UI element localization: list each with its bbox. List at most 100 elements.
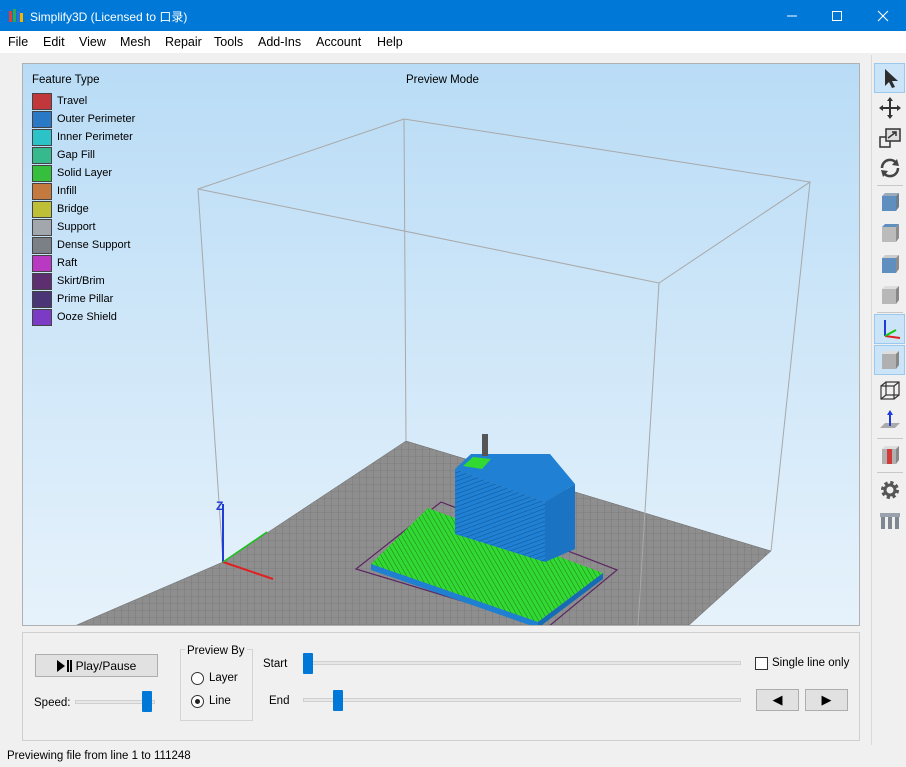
legend-swatch	[32, 272, 52, 290]
legend-swatch	[32, 236, 52, 254]
legend-label: Support	[57, 221, 96, 233]
move-tool-icon	[878, 97, 901, 119]
view-front-icon	[881, 193, 899, 211]
menu-edit[interactable]: Edit	[43, 35, 65, 49]
play-pause-icon	[56, 659, 72, 672]
view-right-icon	[881, 286, 899, 304]
axes-toggle-icon	[883, 320, 900, 339]
layer-radio[interactable]	[191, 672, 204, 685]
menu-repair[interactable]: Repair	[165, 35, 202, 49]
select-tool-button[interactable]	[874, 63, 905, 93]
menu-account[interactable]: Account	[316, 35, 361, 49]
start-label: Start	[263, 658, 288, 670]
menu-view[interactable]: View	[79, 35, 106, 49]
menu-bar: File Edit View Mesh Repair Tools Add-Ins…	[0, 31, 906, 53]
legend-swatch	[32, 164, 52, 182]
legend-label: Infill	[57, 185, 77, 197]
legend-item: Support	[32, 218, 135, 236]
menu-file[interactable]: File	[8, 35, 28, 49]
view-right-button[interactable]	[874, 280, 905, 310]
scale-tool-button[interactable]	[874, 123, 905, 153]
legend-item: Travel	[32, 92, 135, 110]
play-pause-button[interactable]: Play/Pause	[35, 654, 158, 677]
status-bar: Previewing file from line 1 to 111248	[0, 746, 906, 767]
legend-label: Dense Support	[57, 239, 131, 251]
close-icon	[877, 10, 889, 21]
supports-icon	[879, 513, 900, 529]
legend-label: Solid Layer	[57, 167, 113, 179]
legend-label: Ooze Shield	[57, 311, 117, 323]
close-button[interactable]	[860, 0, 906, 31]
next-line-button[interactable]: ▶	[805, 689, 848, 711]
legend-label: Outer Perimeter	[57, 113, 136, 125]
window-title: Simplify3D (Licensed to 口录)	[30, 10, 188, 24]
wireframe-icon	[879, 381, 900, 400]
maximize-button[interactable]	[814, 0, 860, 31]
minimize-button[interactable]	[769, 0, 815, 31]
wireframe-button[interactable]	[874, 376, 905, 406]
legend-item: Ooze Shield	[32, 308, 135, 326]
arrow-left-icon: ◀	[772, 692, 783, 707]
solid-model-button[interactable]	[874, 345, 905, 375]
normals-button[interactable]	[874, 406, 905, 436]
legend-label: Prime Pillar	[57, 293, 114, 305]
travel-pin	[482, 434, 488, 456]
preview-controls-panel: Play/Pause Speed: Preview By Layer Line …	[22, 632, 860, 741]
move-tool-button[interactable]	[874, 93, 905, 123]
scale-tool-icon	[878, 128, 901, 148]
view-top-button[interactable]	[874, 218, 905, 248]
view-left-icon	[881, 255, 899, 273]
end-slider-track[interactable]	[303, 698, 741, 702]
legend-label: Bridge	[57, 203, 89, 215]
build-volume-scene[interactable]: Z	[23, 64, 860, 626]
legend-item: Dense Support	[32, 236, 135, 254]
line-radio[interactable]	[191, 695, 204, 708]
solid-model-icon	[881, 351, 899, 369]
single-line-checkbox[interactable]	[755, 657, 768, 670]
legend-item: Outer Perimeter	[32, 110, 135, 128]
rotate-tool-button[interactable]	[874, 153, 905, 183]
legend-item: Prime Pillar	[32, 290, 135, 308]
legend-label: Gap Fill	[57, 149, 95, 161]
legend-swatch	[32, 182, 52, 200]
start-slider-track[interactable]	[303, 661, 741, 665]
legend-label: Travel	[57, 95, 88, 107]
legend-item: Infill	[32, 182, 135, 200]
legend-label: Inner Perimeter	[57, 131, 133, 143]
axes-toggle-button[interactable]	[874, 314, 905, 344]
toolbar-separator	[877, 438, 903, 439]
preview-mode-label: Preview Mode	[406, 74, 479, 86]
arrow-right-icon: ▶	[821, 692, 832, 707]
maximize-icon	[832, 10, 842, 21]
rotate-tool-icon	[880, 158, 899, 178]
cross-section-icon	[881, 446, 899, 464]
view-top-icon	[881, 224, 899, 242]
toolbar-separator	[877, 312, 903, 313]
settings-button[interactable]	[874, 475, 905, 505]
menu-help[interactable]: Help	[377, 35, 403, 49]
legend-swatch	[32, 128, 52, 146]
simplify3d-logo-icon	[9, 9, 23, 22]
legend-swatch	[32, 92, 52, 110]
line-radio-label: Line	[209, 695, 231, 707]
supports-button[interactable]	[874, 505, 905, 535]
normals-icon	[879, 410, 900, 428]
view-left-button[interactable]	[874, 249, 905, 279]
end-label: End	[269, 695, 290, 707]
menu-add-ins[interactable]: Add-Ins	[258, 35, 301, 49]
menu-tools[interactable]: Tools	[214, 35, 243, 49]
preview-viewport[interactable]: Z Feature Type Preview Mode Travel Outer…	[22, 63, 860, 626]
toolbar-separator	[877, 472, 903, 473]
cross-section-button[interactable]	[874, 440, 905, 470]
legend-swatch	[32, 200, 52, 218]
menu-mesh[interactable]: Mesh	[120, 35, 151, 49]
legend-label: Raft	[57, 257, 78, 269]
legend-item: Bridge	[32, 200, 135, 218]
toolbar-separator	[877, 185, 903, 186]
z-axis-label: Z	[216, 499, 223, 513]
end-slider-thumb[interactable]	[333, 690, 343, 711]
speed-slider-thumb[interactable]	[142, 691, 152, 712]
previous-line-button[interactable]: ◀	[756, 689, 799, 711]
start-slider-thumb[interactable]	[303, 653, 313, 674]
view-front-button[interactable]	[874, 187, 905, 217]
